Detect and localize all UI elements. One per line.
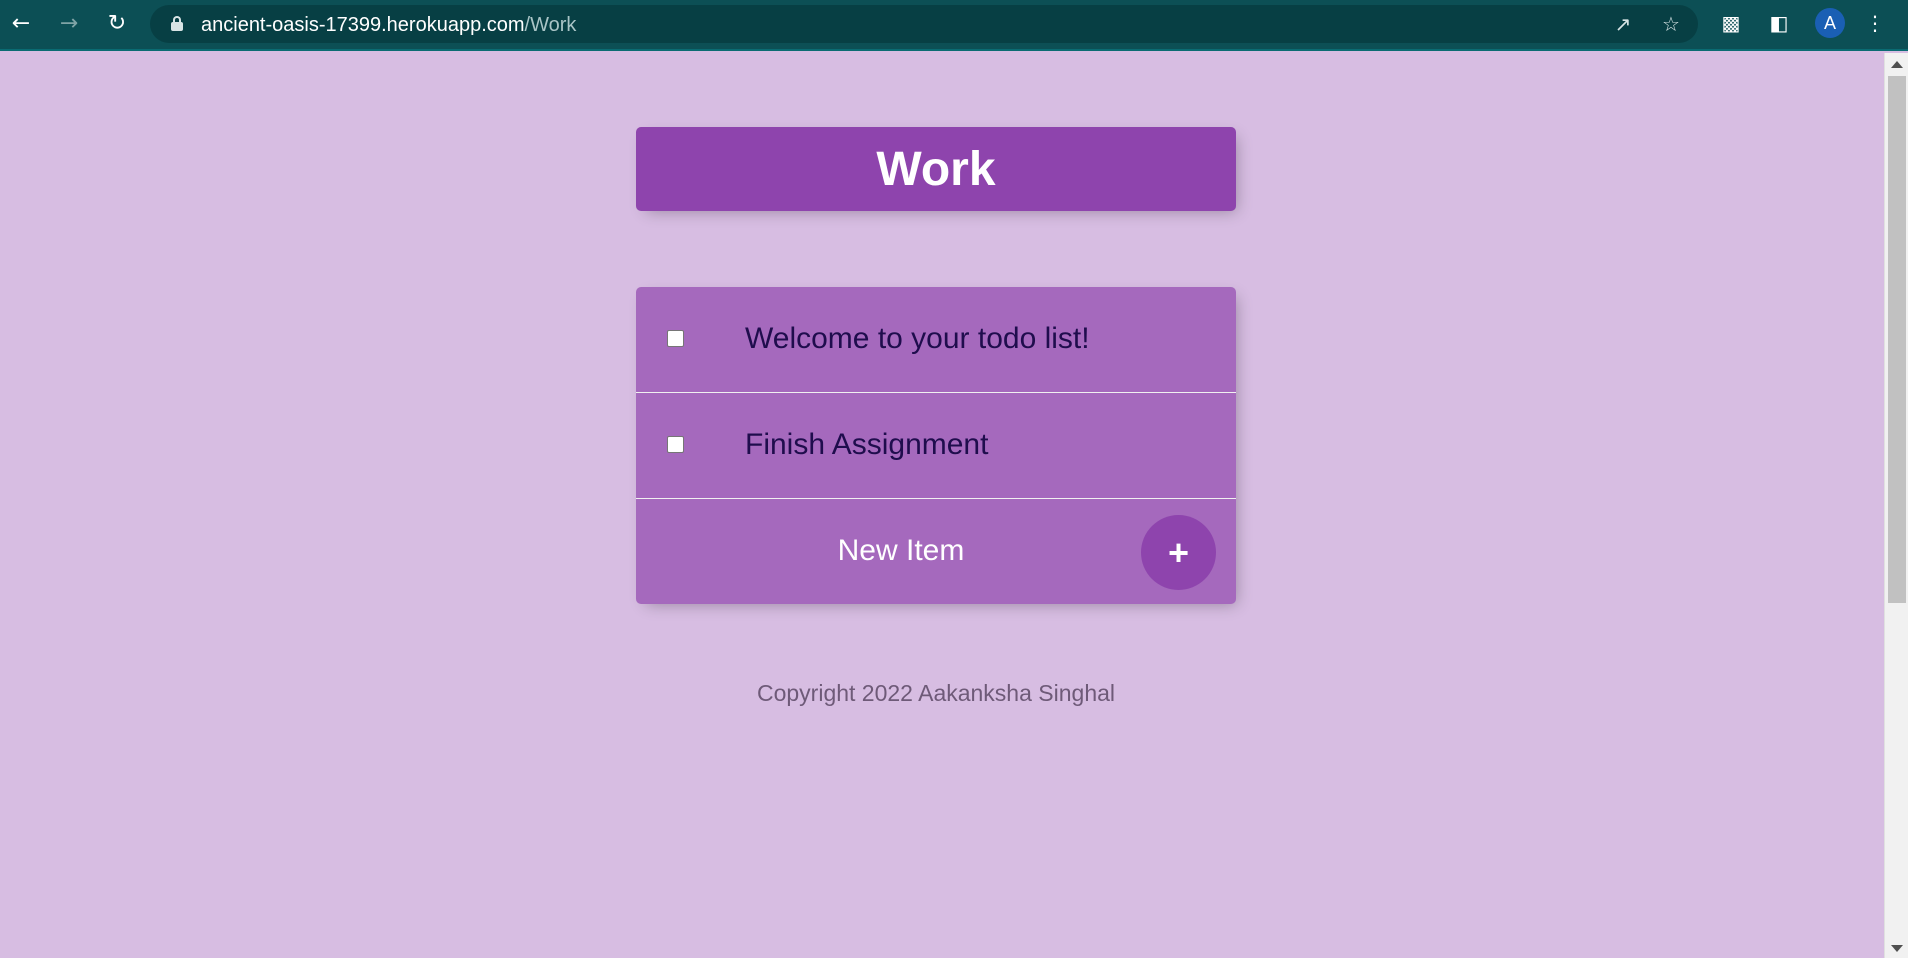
todo-item-label: Welcome to your todo list!: [745, 322, 1090, 355]
side-panel-icon[interactable]: ◧: [1766, 10, 1792, 36]
add-item-button[interactable]: +: [1141, 515, 1216, 590]
page-scrollbar[interactable]: [1884, 53, 1908, 958]
browser-toolbar: ← → ↻ ancient-oasis-17399.herokuapp.com/…: [0, 0, 1908, 51]
address-bar[interactable]: ancient-oasis-17399.herokuapp.com/Work ↗…: [150, 5, 1698, 43]
more-menu-icon[interactable]: ⋮: [1862, 10, 1888, 36]
todo-item: Finish Assignment: [636, 393, 1236, 499]
footer-copyright: Copyright 2022 Aakanksha Singhal: [756, 680, 1116, 706]
scroll-thumb[interactable]: [1888, 76, 1906, 603]
list-title-box: Work: [636, 127, 1236, 211]
url-path: /Work: [524, 14, 577, 36]
scroll-up-arrow-icon[interactable]: [1891, 61, 1903, 68]
bookmark-star-icon[interactable]: ☆: [1658, 11, 1684, 37]
todo-list: Welcome to your todo list! Finish Assign…: [636, 287, 1236, 604]
todo-checkbox[interactable]: [667, 330, 684, 347]
new-item-input[interactable]: New Item: [666, 519, 1116, 583]
todo-checkbox[interactable]: [667, 436, 684, 453]
reload-icon[interactable]: ↻: [102, 8, 132, 38]
scroll-down-arrow-icon[interactable]: [1891, 945, 1903, 952]
back-arrow-icon[interactable]: ←: [6, 8, 36, 38]
lock-icon[interactable]: [170, 16, 184, 32]
page-title: Work: [876, 142, 996, 196]
share-icon[interactable]: ↗: [1610, 11, 1636, 37]
extensions-puzzle-icon[interactable]: ▩: [1718, 10, 1744, 36]
url-host: ancient-oasis-17399.herokuapp.com: [201, 14, 525, 36]
todo-item: Welcome to your todo list!: [636, 287, 1236, 393]
url-text[interactable]: ancient-oasis-17399.herokuapp.com/Work: [201, 14, 576, 37]
todo-item-label: Finish Assignment: [745, 428, 989, 461]
profile-avatar[interactable]: A: [1815, 8, 1845, 38]
new-item-form: New Item +: [636, 499, 1236, 604]
forward-arrow-icon[interactable]: →: [54, 8, 84, 38]
